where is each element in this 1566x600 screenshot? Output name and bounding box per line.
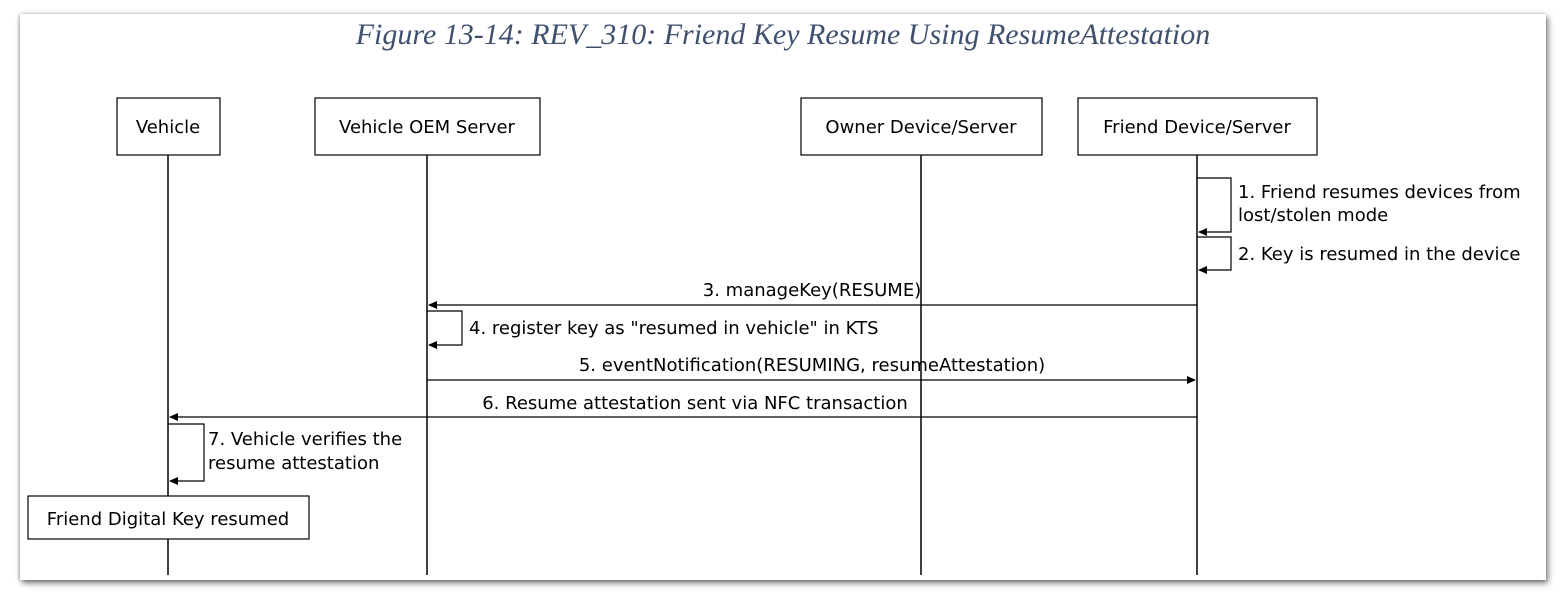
message-1-label-line2: lost/stolen mode — [1238, 205, 1388, 226]
message-7-arrow — [168, 423, 205, 485]
state-box-label: Friend Digital Key resumed — [47, 509, 289, 530]
message-7-label-line1: 7. Vehicle verifies the — [208, 429, 402, 450]
state-box-friend-key-resumed: Friend Digital Key resumed — [27, 495, 310, 540]
message-2-arrow — [1197, 236, 1232, 274]
participant-oem-server-label: Vehicle OEM Server — [339, 117, 516, 138]
message-3-label: 3. manageKey(RESUME) — [703, 280, 921, 301]
participant-owner-device: Owner Device/Server — [800, 97, 1043, 156]
participant-friend-device: Friend Device/Server — [1077, 97, 1318, 156]
message-1-label-line1: 1. Friend resumes devices from — [1238, 182, 1521, 203]
message-1-arrow — [1197, 177, 1232, 236]
participant-friend-device-label: Friend Device/Server — [1103, 117, 1291, 138]
participant-owner-device-label: Owner Device/Server — [825, 117, 1017, 138]
message-4-label: 4. register key as "resumed in vehicle" … — [469, 318, 879, 339]
message-2-label: 2. Key is resumed in the device — [1238, 244, 1521, 265]
participant-oem-server: Vehicle OEM Server — [314, 97, 541, 156]
message-4-arrow — [427, 310, 463, 349]
sequence-diagram: Vehicle Vehicle OEM Server Owner Device/… — [27, 97, 1521, 575]
message-5-label: 5. eventNotification(RESUMING, resumeAtt… — [579, 355, 1045, 376]
participant-vehicle-label: Vehicle — [136, 117, 200, 138]
participant-vehicle: Vehicle — [116, 97, 221, 156]
message-6-label: 6. Resume attestation sent via NFC trans… — [482, 393, 908, 414]
message-7-label-line2: resume attestation — [208, 453, 379, 474]
